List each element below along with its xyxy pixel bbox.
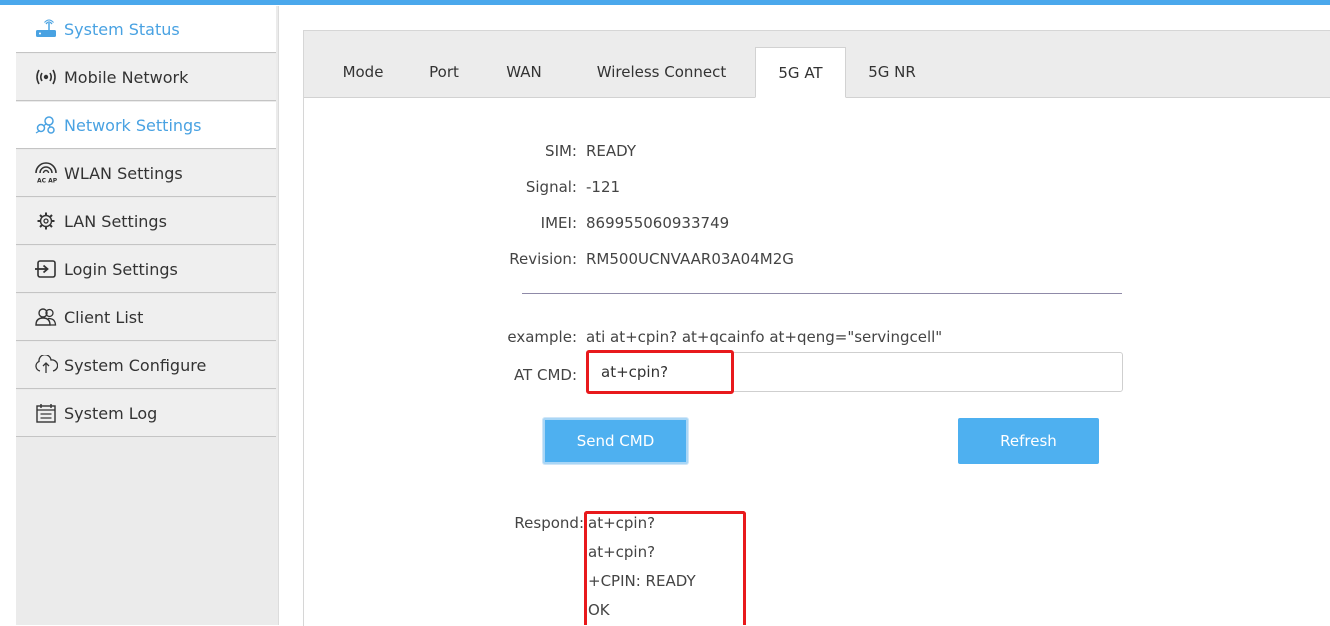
tab-label: 5G NR (868, 63, 916, 81)
login-icon (34, 258, 60, 280)
tab-5g-at[interactable]: 5G AT (755, 47, 846, 98)
respond-line: OK (588, 601, 610, 619)
revision-value: RM500UCNVAAR03A04M2G (586, 250, 794, 268)
send-cmd-button[interactable]: Send CMD (543, 418, 688, 464)
sidebar-item-label: System Log (64, 403, 158, 423)
respond-line: at+cpin? (588, 543, 656, 561)
tab-bar: Mode Port WAN Wireless Connect 5G AT 5G … (304, 31, 1330, 98)
sidebar-item-network-settings[interactable]: Network Settings (16, 102, 276, 149)
sim-value: READY (586, 142, 637, 160)
signal-label: Signal: (525, 178, 577, 196)
sidebar-item-login-settings[interactable]: Login Settings (16, 246, 276, 293)
tab-label: Wireless Connect (596, 63, 727, 81)
respond-label: Respond: (514, 514, 584, 532)
sidebar-item-label: System Configure (64, 355, 207, 375)
signal-value: -121 (586, 178, 621, 196)
sidebar-item-mobile-network[interactable]: Mobile Network (16, 54, 276, 101)
lan-gear-icon (34, 210, 60, 232)
example-value: ati at+cpin? at+qcainfo at+qeng="serving… (586, 328, 943, 346)
section-divider (522, 293, 1122, 294)
signal-icon (34, 66, 60, 88)
sidebar-item-label: Login Settings (64, 259, 178, 279)
sidebar: System Status Mobile Network Network Set… (16, 6, 279, 625)
tab-label: WAN (506, 63, 542, 81)
respond-line: +CPIN: READY (588, 572, 696, 590)
router-icon (34, 18, 60, 40)
sidebar-item-label: Mobile Network (64, 67, 189, 87)
wlan-icon: AC AP (34, 162, 60, 184)
upload-cloud-icon (34, 354, 60, 376)
sidebar-item-system-log[interactable]: System Log (16, 390, 276, 437)
sidebar-item-label: WLAN Settings (64, 163, 183, 183)
sidebar-item-label: LAN Settings (64, 211, 167, 231)
top-accent-bar (0, 0, 1330, 5)
tab-mode[interactable]: Mode (328, 47, 398, 97)
sidebar-item-lan-settings[interactable]: LAN Settings (16, 198, 276, 245)
sidebar-item-system-configure[interactable]: System Configure (16, 342, 276, 389)
tab-5g-nr[interactable]: 5G NR (852, 47, 932, 97)
sim-label: SIM: (545, 142, 577, 160)
at-cmd-label: AT CMD: (513, 366, 577, 384)
respond-line: at+cpin? (588, 514, 656, 532)
tab-wireless-connect[interactable]: Wireless Connect (574, 47, 749, 97)
sidebar-item-wlan-settings[interactable]: AC AP WLAN Settings (16, 150, 276, 197)
users-icon (34, 306, 60, 328)
imei-label: IMEI: (540, 214, 577, 232)
sidebar-item-system-status[interactable]: System Status (16, 6, 276, 53)
tab-label: Port (429, 63, 459, 81)
tab-label: 5G AT (778, 63, 823, 82)
refresh-button[interactable]: Refresh (958, 418, 1099, 464)
sidebar-item-label: Network Settings (64, 115, 202, 135)
network-icon (34, 114, 60, 136)
imei-value: 869955060933749 (586, 214, 730, 232)
svg-text:AC AP: AC AP (37, 178, 58, 185)
sidebar-item-label: Client List (64, 307, 144, 327)
at-cmd-input[interactable] (586, 352, 1123, 392)
tab-label: Mode (342, 63, 384, 81)
example-label: example: (507, 328, 577, 346)
calendar-log-icon (34, 402, 60, 424)
tab-port[interactable]: Port (414, 47, 474, 97)
sidebar-item-client-list[interactable]: Client List (16, 294, 276, 341)
tab-wan[interactable]: WAN (489, 47, 559, 97)
sidebar-item-label: System Status (64, 19, 180, 39)
revision-label: Revision: (509, 250, 577, 268)
